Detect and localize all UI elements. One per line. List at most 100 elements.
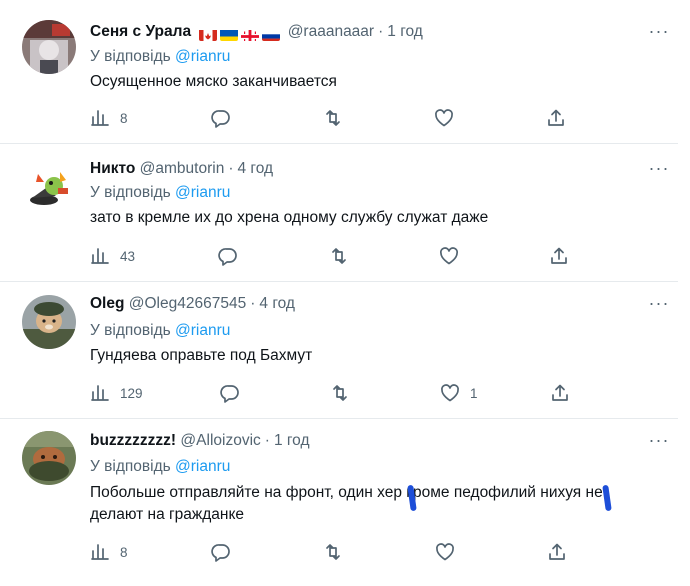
retweet-icon — [326, 544, 340, 560]
tweet-actions: 8 — [90, 540, 570, 564]
ukraine-flag-icon — [220, 28, 239, 42]
separator-dot: · — [250, 295, 256, 312]
retweet-icon — [332, 248, 346, 264]
reply-context: У відповідь @rianru — [90, 456, 230, 478]
reply-prefix: У відповідь — [90, 184, 171, 201]
reply-icon — [220, 385, 239, 403]
more-options-button[interactable]: ··· — [642, 294, 676, 318]
tweet-header: Никто @ambutorin · 4 год — [90, 158, 273, 180]
display-name[interactable]: Сеня с Урала — [90, 23, 191, 40]
reply-to-handle[interactable]: @rianru — [175, 458, 230, 475]
retweet-icon — [333, 385, 347, 401]
heart-icon — [441, 384, 459, 402]
reply-to-handle[interactable]: @rianru — [175, 184, 230, 201]
tweet-text: Побольше отправляйте на фронт, один хер … — [90, 484, 603, 523]
tweet-text: Осуященное мяско заканчивается — [90, 73, 337, 90]
views-count: 8 — [120, 544, 128, 560]
retweet-button[interactable] — [330, 381, 360, 405]
views-icon — [91, 544, 109, 560]
reply-context: У відповідь @rianru — [90, 182, 230, 204]
heart-icon — [436, 543, 454, 561]
russia-flag-icon — [262, 28, 281, 42]
like-button[interactable] — [439, 244, 469, 268]
avatar[interactable] — [22, 295, 76, 349]
share-button[interactable] — [546, 106, 566, 130]
flag-emoji-group — [199, 24, 283, 46]
display-name[interactable]: Oleg — [90, 295, 124, 312]
like-count: 1 — [470, 385, 478, 401]
tweet-actions: 129 1 — [90, 381, 570, 405]
reply-context: У відповідь @rianru — [90, 320, 230, 342]
heart-icon — [435, 109, 453, 127]
reply-button[interactable] — [220, 381, 250, 405]
tweet-header: Сеня с Урала @raaanaaar · 1 год — [90, 21, 423, 43]
more-options-button[interactable]: ··· — [642, 159, 676, 183]
reply-to-handle[interactable]: @rianru — [175, 322, 230, 339]
share-icon — [548, 109, 564, 126]
tweet-text: зато в кремле их до хрена одному службу … — [90, 209, 489, 226]
views-button[interactable]: 129 — [90, 381, 143, 405]
handle[interactable]: @Alloizovic — [180, 432, 260, 449]
reply-icon — [211, 544, 230, 562]
heart-icon — [440, 247, 458, 265]
share-button[interactable] — [547, 540, 567, 564]
retweet-icon — [326, 110, 340, 126]
display-name[interactable]: Никто — [90, 160, 135, 177]
avatar[interactable] — [22, 431, 76, 485]
retweet-button[interactable] — [323, 106, 353, 130]
reply-icon — [218, 248, 237, 266]
avatar[interactable] — [22, 160, 76, 214]
timestamp[interactable]: 1 год — [387, 23, 423, 40]
views-icon — [91, 110, 109, 126]
views-button[interactable]: 43 — [90, 244, 135, 268]
handle[interactable]: @ambutorin — [140, 160, 225, 177]
tweet[interactable]: Oleg @Oleg42667545 · 4 год ··· У відповідь… — [0, 282, 676, 418]
reply-icon — [211, 110, 230, 128]
display-name[interactable]: buzzzzzzzz! — [90, 432, 176, 449]
timestamp[interactable]: 1 год — [274, 432, 310, 449]
reply-prefix: У відповідь — [90, 322, 171, 339]
tweet-header: Oleg @Oleg42667545 · 4 год — [90, 293, 295, 315]
canada-flag-icon — [199, 28, 218, 42]
reply-button[interactable] — [218, 244, 248, 268]
tweet-header: buzzzzzzzz! @Alloizovic · 1 год — [90, 430, 310, 452]
tweet-actions: 8 — [90, 106, 570, 130]
retweet-button[interactable] — [323, 540, 353, 564]
like-button[interactable] — [435, 540, 465, 564]
views-count: 8 — [120, 110, 128, 126]
reply-prefix: У відповідь — [90, 458, 171, 475]
timestamp[interactable]: 4 год — [238, 160, 274, 177]
separator-dot: · — [264, 432, 270, 449]
reply-prefix: У відповідь — [90, 48, 171, 65]
tweet[interactable]: Сеня с Урала @raaanaaar · 1 год ··· У відп… — [0, 0, 676, 143]
like-button[interactable] — [434, 106, 464, 130]
handle[interactable]: @raaanaaar — [288, 23, 374, 40]
views-count: 129 — [120, 385, 143, 401]
tweet-actions: 43 — [90, 244, 570, 268]
timestamp[interactable]: 4 год — [259, 295, 295, 312]
views-button[interactable]: 8 — [90, 540, 128, 564]
share-icon — [549, 543, 565, 560]
avatar[interactable] — [22, 20, 76, 74]
share-button[interactable] — [549, 244, 569, 268]
tweet-text: Гундяева оправьте под Бахмут — [90, 347, 313, 364]
views-button[interactable]: 8 — [90, 106, 128, 130]
views-icon — [91, 385, 109, 401]
tweet[interactable]: Никто @ambutorin · 4 год ··· У відповідь @… — [0, 144, 676, 281]
share-button[interactable] — [550, 381, 570, 405]
share-icon — [552, 384, 568, 401]
handle[interactable]: @Oleg42667545 — [129, 295, 246, 312]
share-icon — [551, 247, 567, 264]
more-options-button[interactable]: ··· — [642, 431, 676, 455]
reply-button[interactable] — [211, 106, 241, 130]
retweet-button[interactable] — [329, 244, 359, 268]
views-count: 43 — [120, 248, 136, 264]
georgia-flag-icon — [241, 28, 260, 42]
reply-to-handle[interactable]: @rianru — [175, 48, 230, 65]
tweet[interactable]: buzzzzzzzz! @Alloizovic · 1 год ··· У відп… — [0, 419, 676, 586]
separator-dot: · — [228, 160, 234, 177]
like-button[interactable]: 1 — [440, 381, 478, 405]
separator-dot: · — [378, 23, 384, 40]
more-options-button[interactable]: ··· — [642, 22, 676, 46]
reply-button[interactable] — [211, 540, 241, 564]
